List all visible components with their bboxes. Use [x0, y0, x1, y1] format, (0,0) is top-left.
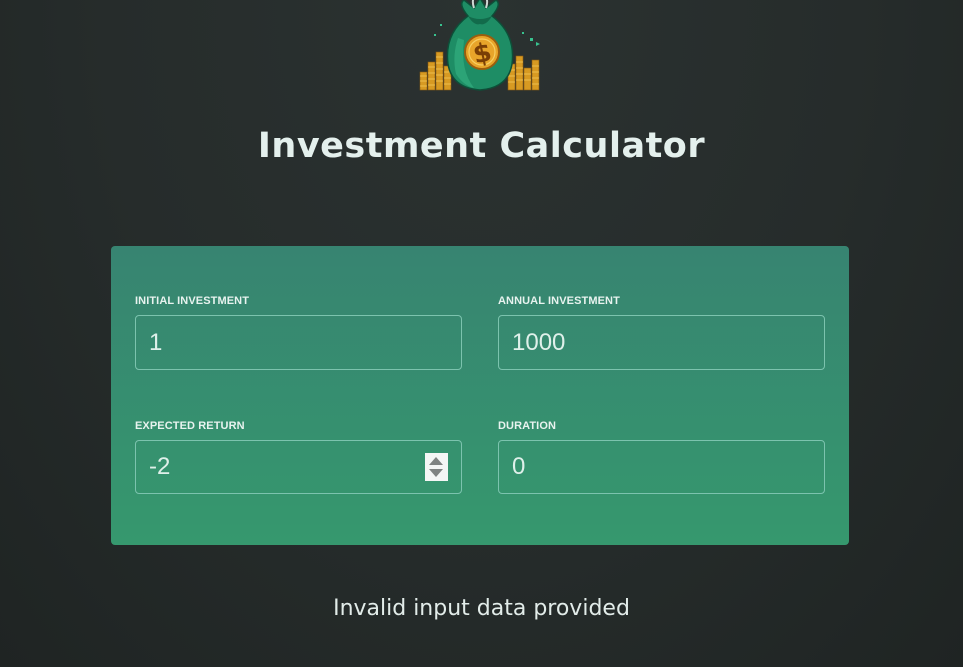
page-title: Investment Calculator — [257, 126, 706, 166]
annual-investment-label: Annual Investment — [498, 295, 620, 307]
annual-investment-box — [498, 315, 825, 370]
expected-return-label: Expected Return — [135, 420, 245, 432]
initial-investment-box — [135, 315, 462, 370]
expected-return-stepper[interactable] — [425, 453, 448, 481]
initial-investment-field: Initial Investment — [135, 295, 462, 370]
error-message: Invalid input data provided — [333, 596, 630, 621]
duration-input[interactable] — [499, 441, 824, 493]
duration-label: Duration — [498, 420, 557, 432]
expected-return-input[interactable] — [136, 441, 461, 493]
money-bag-icon: $ — [419, 0, 540, 91]
stepper-up-icon[interactable] — [429, 457, 443, 465]
expected-return-field: Expected Return — [135, 420, 462, 494]
initial-investment-label: Initial Investment — [135, 295, 250, 307]
annual-investment-field: Annual Investment — [498, 295, 825, 370]
initial-investment-input[interactable] — [136, 316, 461, 369]
annual-investment-input[interactable] — [499, 316, 824, 369]
stepper-down-icon[interactable] — [429, 469, 443, 477]
duration-field: Duration — [498, 420, 825, 494]
user-input-panel: Initial Investment Annual Investment Exp… — [111, 246, 849, 545]
expected-return-box — [135, 440, 462, 494]
duration-box — [498, 440, 825, 494]
